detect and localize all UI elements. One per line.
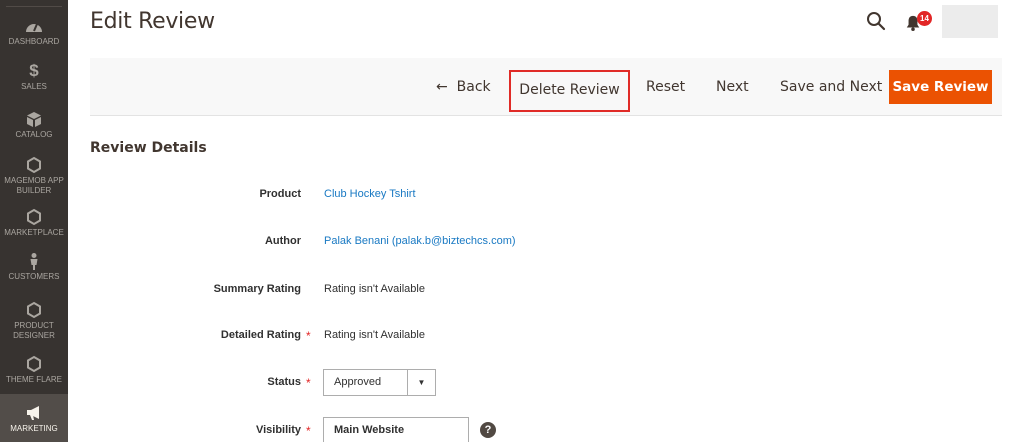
status-label: Status: [267, 376, 301, 388]
back-button[interactable]: ← Back: [436, 58, 491, 116]
sidebar-divider: [6, 6, 62, 7]
admin-sidebar: DASHBOARD $ SALES CATALOG MAGEMOB APP BU…: [0, 0, 68, 442]
sidebar-item-marketplace[interactable]: MARKETPLACE: [0, 208, 68, 238]
sidebar-item-label: MARKETING: [10, 424, 58, 433]
sidebar-item-magemob-app-builder[interactable]: MAGEMOB APP BUILDER: [0, 156, 68, 196]
notifications-button[interactable]: 14: [905, 10, 933, 32]
sidebar-item-label: CUSTOMERS: [8, 272, 60, 281]
product-label: Product: [259, 188, 301, 200]
hexagon-icon: [27, 355, 41, 373]
sidebar-item-label: DASHBOARD: [8, 37, 60, 46]
sidebar-item-dashboard[interactable]: DASHBOARD: [0, 17, 68, 47]
delete-review-button[interactable]: Delete Review: [509, 70, 630, 112]
status-select[interactable]: Approved ▼: [323, 369, 436, 396]
next-button[interactable]: Next: [716, 58, 749, 116]
notification-count-badge: 14: [917, 11, 932, 26]
summary-rating-value: Rating isn't Available: [324, 283, 425, 295]
person-icon: [30, 253, 38, 270]
save-review-button[interactable]: Save Review: [889, 70, 992, 104]
author-link[interactable]: Palak Benani (palak.b@biztechcs.com): [324, 235, 516, 247]
chevron-down-icon: ▼: [407, 370, 435, 395]
sidebar-item-label: PRODUCT DESIGNER: [13, 321, 55, 340]
user-account-menu[interactable]: [942, 5, 998, 38]
summary-rating-label: Summary Rating: [213, 283, 301, 295]
help-icon[interactable]: ?: [480, 422, 496, 438]
sidebar-item-label: CATALOG: [15, 130, 53, 139]
search-icon: [867, 12, 886, 31]
back-button-label: Back: [456, 79, 491, 95]
sidebar-item-product-designer[interactable]: PRODUCT DESIGNER: [0, 301, 68, 341]
author-label: Author: [264, 235, 301, 247]
hexagon-icon: [27, 301, 41, 319]
sidebar-item-catalog[interactable]: CATALOG: [0, 110, 68, 140]
section-title: Review Details: [90, 140, 207, 156]
sidebar-item-label: SALES: [21, 82, 47, 91]
cube-icon: [27, 112, 41, 127]
sidebar-item-marketing[interactable]: MARKETING: [0, 394, 68, 442]
product-link[interactable]: Club Hockey Tshirt: [324, 188, 416, 200]
sidebar-item-label: MAGEMOB APP BUILDER: [4, 176, 64, 195]
sidebar-item-theme-flare[interactable]: THEME FLARE: [0, 355, 68, 385]
dashboard-icon: [26, 23, 42, 32]
sidebar-item-label: THEME FLARE: [5, 375, 62, 384]
visibility-select[interactable]: Main Website: [323, 417, 469, 442]
save-and-next-button[interactable]: Save and Next: [780, 58, 882, 116]
required-indicator: *: [306, 329, 311, 343]
sidebar-item-label: MARKETPLACE: [4, 228, 64, 237]
detailed-rating-label: Detailed Rating: [220, 329, 301, 341]
status-select-value: Approved: [334, 376, 382, 388]
megaphone-icon: [27, 406, 39, 420]
hexagon-icon: [27, 208, 41, 226]
required-indicator: *: [306, 376, 311, 390]
page-actions-toolbar: ← Back Delete Review Reset Next Save and…: [90, 58, 1002, 116]
detailed-rating-value: Rating isn't Available: [324, 329, 425, 341]
visibility-select-value: Main Website: [334, 424, 405, 436]
required-indicator: *: [306, 424, 311, 438]
visibility-label: Visibility: [255, 424, 301, 436]
sidebar-item-customers[interactable]: CUSTOMERS: [0, 252, 68, 282]
sidebar-item-sales[interactable]: $ SALES: [0, 62, 68, 92]
hexagon-icon: [27, 156, 41, 174]
search-button[interactable]: [866, 11, 886, 31]
arrow-left-icon: ←: [436, 79, 448, 95]
page-title: Edit Review: [90, 9, 215, 34]
dollar-icon: $: [29, 61, 39, 80]
reset-button[interactable]: Reset: [646, 58, 685, 116]
